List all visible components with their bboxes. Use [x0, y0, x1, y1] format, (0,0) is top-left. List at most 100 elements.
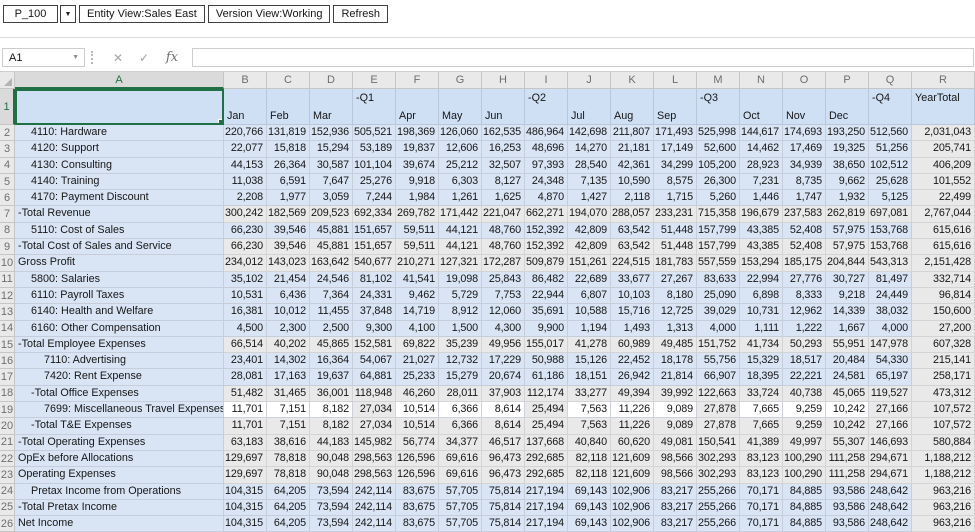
column-header-I[interactable]: I	[525, 72, 568, 89]
cell-O23[interactable]: 100,290	[783, 467, 826, 484]
cell-E6[interactable]: 7,244	[353, 190, 396, 207]
cell-G7[interactable]: 171,442	[439, 206, 482, 223]
cell-J14[interactable]: 1,194	[568, 320, 611, 337]
cell-H21[interactable]: 46,517	[482, 434, 525, 451]
cell-K14[interactable]: 1,493	[611, 320, 654, 337]
cell-J18[interactable]: 33,277	[568, 385, 611, 403]
cell-N7[interactable]: 196,679	[740, 206, 783, 223]
cell-G25[interactable]: 57,705	[439, 499, 482, 517]
cell-K24[interactable]: 102,906	[611, 483, 654, 500]
cell-K23[interactable]: 121,609	[611, 467, 654, 484]
cell-Q1[interactable]: -Q4	[869, 89, 912, 125]
pov-member-combo[interactable]: P_100 ▼	[3, 5, 76, 23]
cell-L26[interactable]: 83,217	[654, 516, 697, 532]
cell-E10[interactable]: 540,677	[353, 255, 396, 272]
cell-R1[interactable]: YearTotal	[912, 89, 975, 125]
cell-J22[interactable]: 82,118	[568, 450, 611, 468]
cell-D20[interactable]: 8,182	[310, 418, 353, 435]
cell-P16[interactable]: 20,484	[826, 353, 869, 370]
cell-L4[interactable]: 34,299	[654, 157, 697, 174]
cell-B18[interactable]: 51,482	[224, 385, 267, 403]
cell-Q6[interactable]: 5,125	[869, 190, 912, 207]
cell-E18[interactable]: 118,948	[353, 385, 396, 403]
cell-C23[interactable]: 78,818	[267, 467, 310, 484]
cell-B13[interactable]: 16,381	[224, 304, 267, 321]
cell-O5[interactable]: 8,735	[783, 173, 826, 191]
cell-I9[interactable]: 152,392	[525, 239, 568, 256]
cell-N14[interactable]: 1,111	[740, 320, 783, 337]
row-header-11[interactable]: 11	[0, 271, 15, 288]
cell-G14[interactable]: 1,500	[439, 320, 482, 337]
cell-Q18[interactable]: 119,527	[869, 385, 912, 403]
pov-member-value[interactable]: P_100	[3, 5, 58, 23]
cell-A2[interactable]: 4110: Hardware	[15, 125, 224, 142]
cell-E5[interactable]: 25,276	[353, 173, 396, 191]
cell-A12[interactable]: 6110: Payroll Taxes	[15, 287, 224, 305]
cell-I3[interactable]: 48,696	[525, 141, 568, 158]
cell-G18[interactable]: 28,011	[439, 385, 482, 403]
cell-E3[interactable]: 53,189	[353, 141, 396, 158]
cell-O8[interactable]: 52,408	[783, 222, 826, 240]
cell-I21[interactable]: 137,668	[525, 434, 568, 451]
cell-B22[interactable]: 129,697	[224, 450, 267, 468]
cell-J15[interactable]: 41,278	[568, 336, 611, 354]
cell-F10[interactable]: 210,271	[396, 255, 439, 272]
cell-R9[interactable]: 615,616	[912, 239, 975, 256]
cell-K10[interactable]: 224,515	[611, 255, 654, 272]
cell-C11[interactable]: 21,454	[267, 271, 310, 288]
cell-E7[interactable]: 692,334	[353, 206, 396, 223]
cell-G21[interactable]: 34,377	[439, 434, 482, 451]
cell-J12[interactable]: 6,807	[568, 287, 611, 305]
cell-M14[interactable]: 4,000	[697, 320, 740, 337]
cell-C4[interactable]: 26,364	[267, 157, 310, 174]
cell-A25[interactable]: -Total Pretax Income	[15, 499, 224, 517]
cell-Q7[interactable]: 697,081	[869, 206, 912, 223]
cell-F15[interactable]: 69,822	[396, 336, 439, 354]
cell-A6[interactable]: 4170: Payment Discount	[15, 190, 224, 207]
cell-A15[interactable]: -Total Employee Expenses	[15, 336, 224, 354]
cell-R11[interactable]: 332,714	[912, 271, 975, 288]
namebox-dropdown-arrow-icon[interactable]: ▼	[72, 54, 84, 61]
cell-Q11[interactable]: 81,497	[869, 271, 912, 288]
cell-I16[interactable]: 50,988	[525, 353, 568, 370]
cell-N25[interactable]: 70,171	[740, 499, 783, 517]
cell-L21[interactable]: 49,081	[654, 434, 697, 451]
cell-G1[interactable]: May	[439, 89, 482, 125]
cell-P23[interactable]: 111,258	[826, 467, 869, 484]
row-header-9[interactable]: 9	[0, 239, 15, 256]
cell-O17[interactable]: 22,221	[783, 369, 826, 386]
cell-C21[interactable]: 38,616	[267, 434, 310, 451]
cell-O2[interactable]: 174,693	[783, 125, 826, 142]
cell-G23[interactable]: 69,616	[439, 467, 482, 484]
cell-D18[interactable]: 36,001	[310, 385, 353, 403]
cell-N22[interactable]: 83,123	[740, 450, 783, 468]
cell-J20[interactable]: 7,563	[568, 418, 611, 435]
cell-O15[interactable]: 50,293	[783, 336, 826, 354]
cell-D6[interactable]: 3,059	[310, 190, 353, 207]
cell-B12[interactable]: 10,531	[224, 287, 267, 305]
version-view-button[interactable]: Version View:Working	[207, 5, 331, 23]
cell-G4[interactable]: 25,212	[439, 157, 482, 174]
cell-F22[interactable]: 126,596	[396, 450, 439, 468]
cell-F2[interactable]: 198,369	[396, 125, 439, 142]
column-header-D[interactable]: D	[310, 72, 353, 89]
cell-N6[interactable]: 1,446	[740, 190, 783, 207]
cell-M3[interactable]: 52,600	[697, 141, 740, 158]
cell-R23[interactable]: 1,188,212	[912, 467, 975, 484]
cell-H22[interactable]: 96,473	[482, 450, 525, 468]
cell-M4[interactable]: 105,200	[697, 157, 740, 174]
cell-E2[interactable]: 505,521	[353, 125, 396, 142]
cell-L17[interactable]: 21,814	[654, 369, 697, 386]
cell-A19[interactable]: 7699: Miscellaneous Travel Expenses	[15, 402, 224, 419]
cell-Q22[interactable]: 294,671	[869, 450, 912, 468]
cell-I12[interactable]: 22,944	[525, 287, 568, 305]
cell-D11[interactable]: 24,546	[310, 271, 353, 288]
row-header-14[interactable]: 14	[0, 320, 15, 337]
cell-J6[interactable]: 1,427	[568, 190, 611, 207]
cell-O1[interactable]: Nov	[783, 89, 826, 125]
cell-L10[interactable]: 181,783	[654, 255, 697, 272]
cell-E13[interactable]: 37,848	[353, 304, 396, 321]
cell-K2[interactable]: 211,807	[611, 125, 654, 142]
cell-C14[interactable]: 2,300	[267, 320, 310, 337]
cell-J19[interactable]: 7,563	[568, 402, 611, 419]
